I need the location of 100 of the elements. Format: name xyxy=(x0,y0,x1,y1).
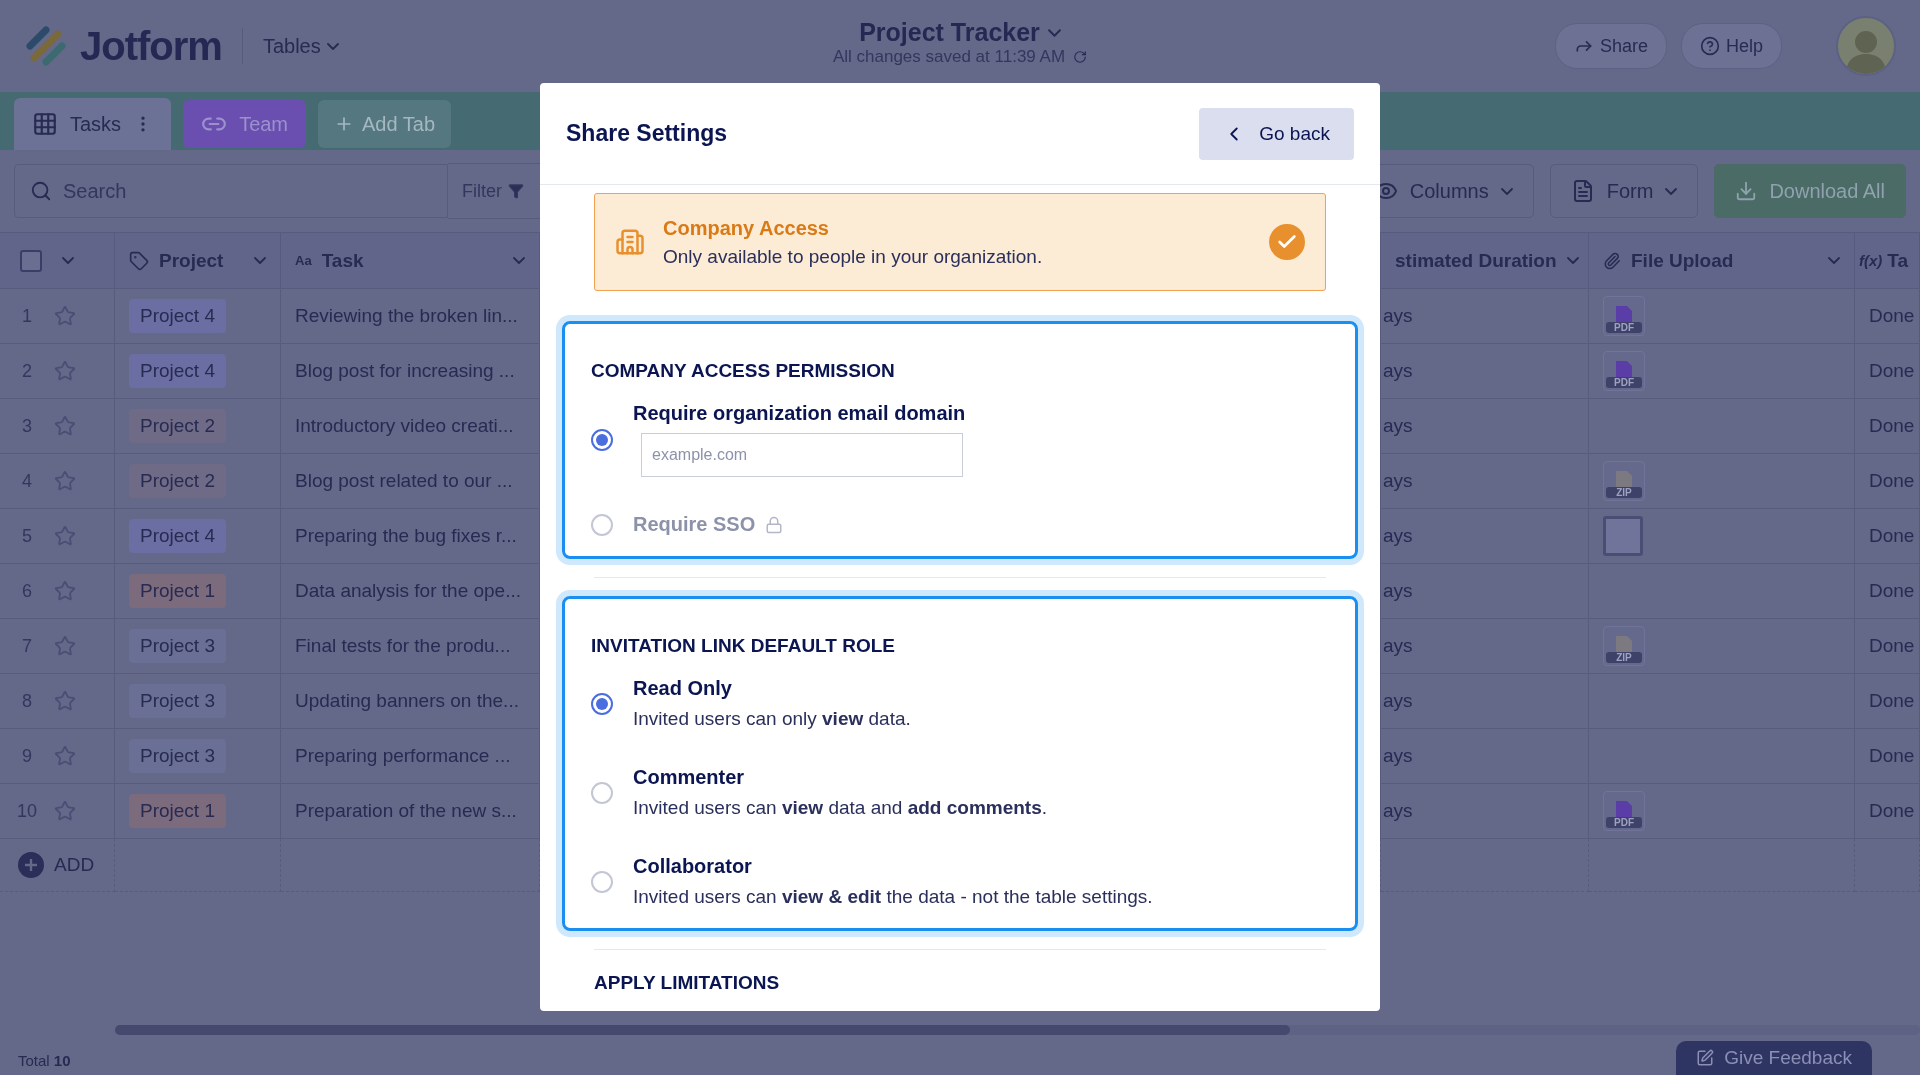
star-icon[interactable] xyxy=(54,745,76,767)
project-tag: Project 3 xyxy=(129,629,226,663)
caret-icon xyxy=(1665,187,1678,195)
form-button[interactable]: Form xyxy=(1549,164,1699,218)
file-type-label: PDF xyxy=(1606,817,1642,828)
go-back-button[interactable]: Go back xyxy=(1199,107,1354,160)
file-thumbnail[interactable]: PDF xyxy=(1603,791,1645,831)
table-cell: ays xyxy=(1381,564,1589,619)
help-icon xyxy=(1699,36,1720,56)
project-tag: Project 2 xyxy=(129,464,226,498)
tab[interactable]: Tasks xyxy=(14,98,172,150)
file-thumbnail[interactable]: ZIP xyxy=(1603,626,1645,666)
tab[interactable]: Team xyxy=(183,100,307,148)
table-cell: Done xyxy=(1855,729,1920,784)
download-button[interactable]: Download All xyxy=(1714,164,1906,218)
table-cell: ays xyxy=(1381,344,1589,399)
caret-icon xyxy=(513,257,525,264)
caret-icon xyxy=(1566,257,1579,264)
project-tag: Project 4 xyxy=(129,519,226,553)
dialog-title: Share Settings xyxy=(566,120,728,147)
radio-button[interactable] xyxy=(591,692,613,715)
document-icon xyxy=(1615,801,1633,817)
table-cell: Done xyxy=(1855,564,1920,619)
feedback-button[interactable]: Give Feedback xyxy=(1676,1041,1872,1075)
table-cell: ays xyxy=(1381,509,1589,564)
table-cell: ays xyxy=(1381,619,1589,674)
table-cell: Done xyxy=(1855,289,1920,344)
add-tab-button[interactable]: Add Tab xyxy=(318,100,452,148)
radio-button[interactable] xyxy=(591,870,613,893)
add-row-button[interactable]: ADD xyxy=(18,852,95,878)
table-cell: Done xyxy=(1855,674,1920,729)
column-header[interactable]: Project xyxy=(115,233,281,289)
horizontal-scrollbar[interactable] xyxy=(115,1025,1920,1035)
star-icon[interactable] xyxy=(54,690,76,712)
project-tag: Project 4 xyxy=(129,299,226,333)
project-tag: Project 3 xyxy=(129,684,226,718)
option-description: Invited users can only view data. xyxy=(633,708,911,730)
image-thumbnail[interactable] xyxy=(1603,516,1643,556)
file-type-label: ZIP xyxy=(1606,487,1642,498)
caret-icon xyxy=(1828,257,1840,264)
option-label: Read Only xyxy=(633,677,732,700)
file-thumbnail[interactable]: PDF xyxy=(1603,351,1645,391)
section-heading: COMPANY ACCESS PERMISSION xyxy=(591,360,896,382)
help-button[interactable]: Help xyxy=(1680,23,1782,69)
file-type-label: PDF xyxy=(1606,377,1642,388)
star-icon[interactable] xyxy=(54,470,76,492)
caret-icon xyxy=(1047,28,1061,37)
archive-icon xyxy=(1615,471,1633,487)
person-silhouette-icon xyxy=(1846,28,1886,74)
search-icon xyxy=(30,180,52,202)
select-all-checkbox[interactable] xyxy=(20,249,42,272)
caret-icon[interactable] xyxy=(62,257,74,264)
file-thumbnail[interactable]: ZIP xyxy=(1603,461,1645,501)
table-cell: Done xyxy=(1855,784,1920,839)
option-label: Require organization email domain xyxy=(633,402,966,425)
column-header[interactable]: Aa Task xyxy=(281,233,540,289)
text-type-icon: Aa xyxy=(295,253,312,268)
caret-icon xyxy=(254,257,266,264)
star-icon[interactable] xyxy=(54,305,76,327)
app-logo-text: Jotform xyxy=(80,23,222,69)
project-tag: Project 4 xyxy=(129,354,226,388)
download-icon xyxy=(1735,180,1758,202)
refresh-icon xyxy=(1073,50,1088,64)
star-icon[interactable] xyxy=(54,525,76,547)
table-cell: ays xyxy=(1381,289,1589,344)
option-description: Invited users can view data and add comments. xyxy=(633,797,1048,819)
project-tag: Project 1 xyxy=(129,574,226,608)
banner-title: Company Access xyxy=(663,216,830,240)
star-icon[interactable] xyxy=(54,800,76,822)
column-header[interactable]: File Upload xyxy=(1589,233,1855,289)
table-cell: ays xyxy=(1381,674,1589,729)
table-cell: ays xyxy=(1381,729,1589,784)
company-access-banner[interactable]: Company Access Only available to people in your organization. xyxy=(594,193,1326,291)
tables-menu[interactable]: Tables xyxy=(262,34,339,58)
star-icon[interactable] xyxy=(54,580,76,602)
table-cell: Done xyxy=(1855,509,1920,564)
section-heading: APPLY LIMITATIONS xyxy=(594,972,781,994)
logo-icon xyxy=(24,24,68,68)
filter-icon xyxy=(508,183,524,199)
document-icon xyxy=(1615,361,1633,377)
file-thumbnail[interactable]: PDF xyxy=(1603,296,1645,336)
email-domain-field[interactable]: example.com xyxy=(641,433,963,477)
column-header[interactable]: f(x) Ta xyxy=(1855,233,1920,289)
grid-icon xyxy=(32,111,58,137)
table-cell: ays xyxy=(1381,784,1589,839)
archive-icon xyxy=(1615,636,1633,652)
row-total: Total 10 xyxy=(18,1052,71,1069)
column-header[interactable]: stimated Duration xyxy=(1381,233,1589,289)
star-icon[interactable] xyxy=(54,415,76,437)
radio-button[interactable] xyxy=(591,428,613,451)
project-tag: Project 1 xyxy=(129,794,226,828)
share-button[interactable]: Share xyxy=(1554,23,1667,69)
feedback-icon xyxy=(1696,1049,1715,1067)
radio-button[interactable] xyxy=(591,781,613,804)
caret-icon xyxy=(326,42,339,50)
star-icon[interactable] xyxy=(54,360,76,382)
function-icon: f(x) xyxy=(1859,252,1883,269)
table-cell: ays xyxy=(1381,454,1589,509)
project-tag: Project 3 xyxy=(129,739,226,773)
star-icon[interactable] xyxy=(54,635,76,657)
